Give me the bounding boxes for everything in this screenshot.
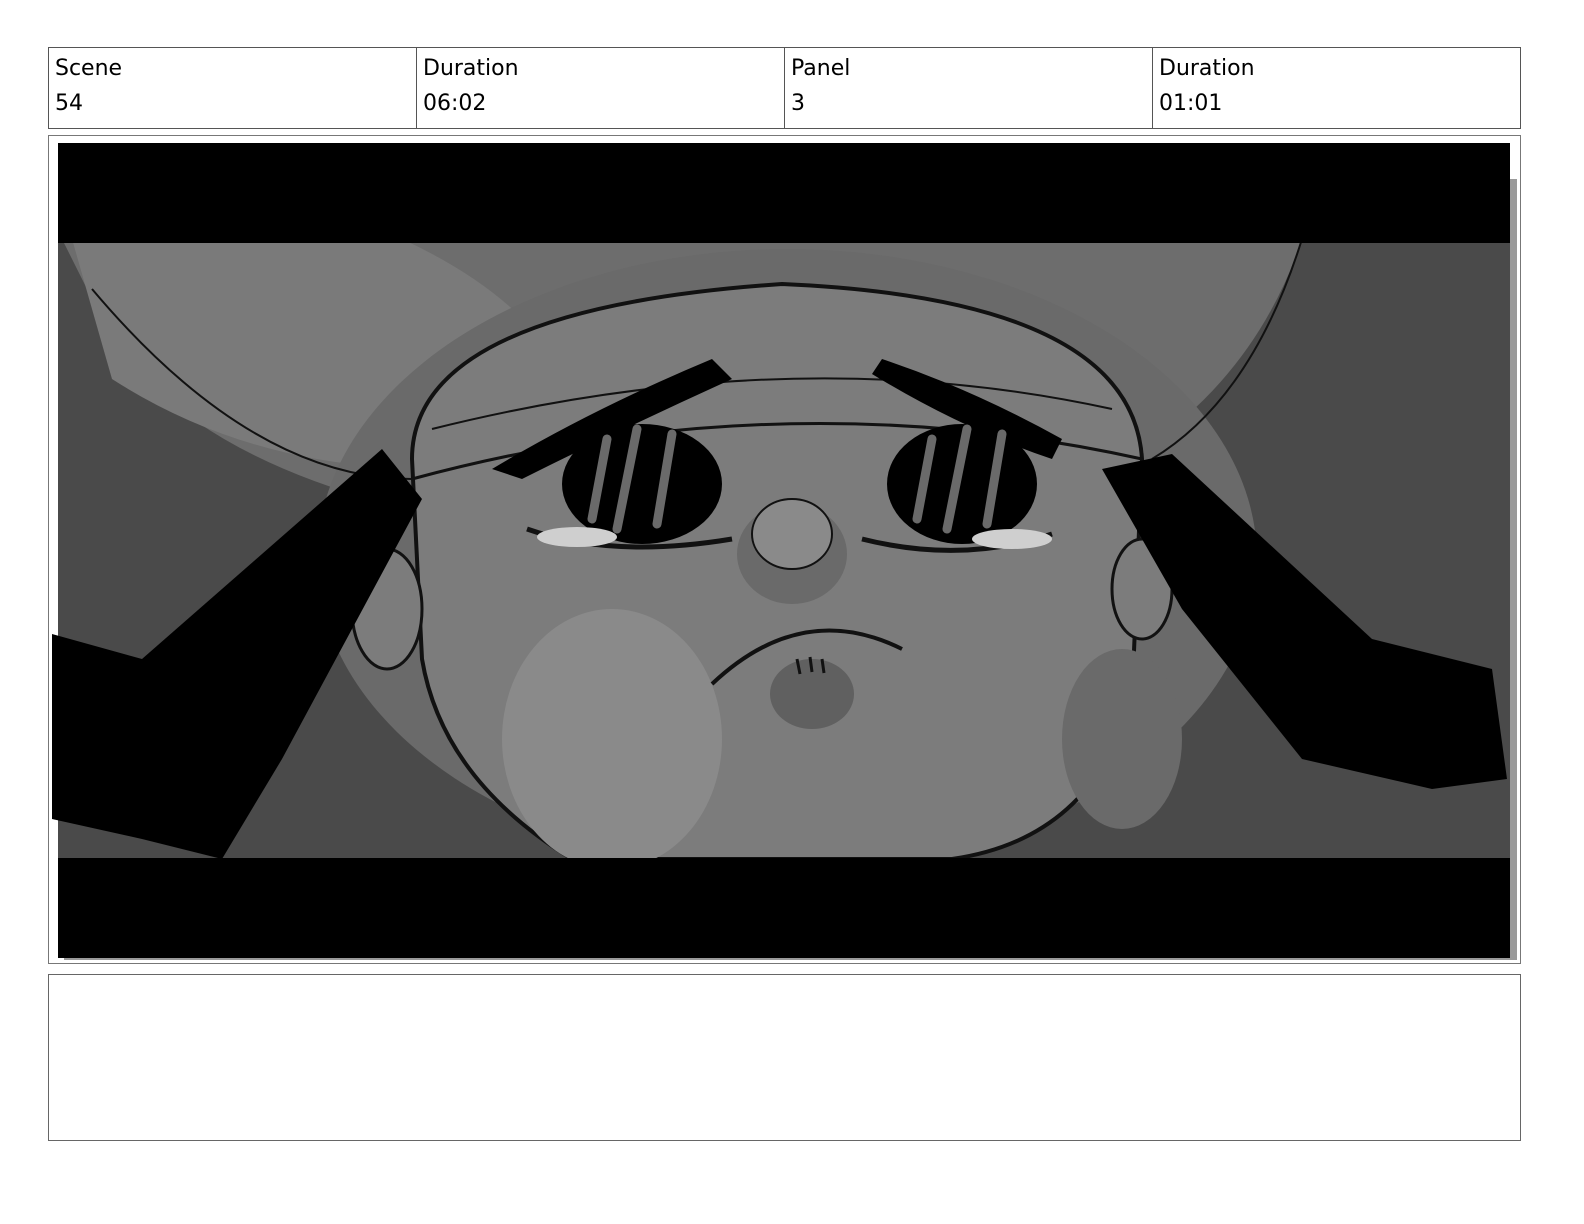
scene-duration-label: Duration	[423, 56, 519, 81]
panel-cell: Panel 3	[785, 48, 1153, 128]
scene-cell: Scene 54	[49, 48, 417, 128]
panel-duration-cell: Duration 01:01	[1153, 48, 1520, 128]
scene-label: Scene	[55, 56, 123, 81]
panel-sketch-image	[52, 143, 1517, 960]
scene-duration-cell: Duration 06:02	[417, 48, 785, 128]
notes-box	[48, 974, 1521, 1141]
panel-duration-value: 01:01	[1159, 91, 1223, 116]
panel-label: Panel	[791, 56, 851, 81]
panel-duration-label: Duration	[1159, 56, 1255, 81]
storyboard-header: Scene 54 Duration 06:02 Panel 3 Duration…	[48, 47, 1521, 129]
scene-number: 54	[55, 91, 83, 116]
storyboard-panel	[48, 135, 1521, 964]
panel-number: 3	[791, 91, 805, 116]
scene-duration-value: 06:02	[423, 91, 487, 116]
